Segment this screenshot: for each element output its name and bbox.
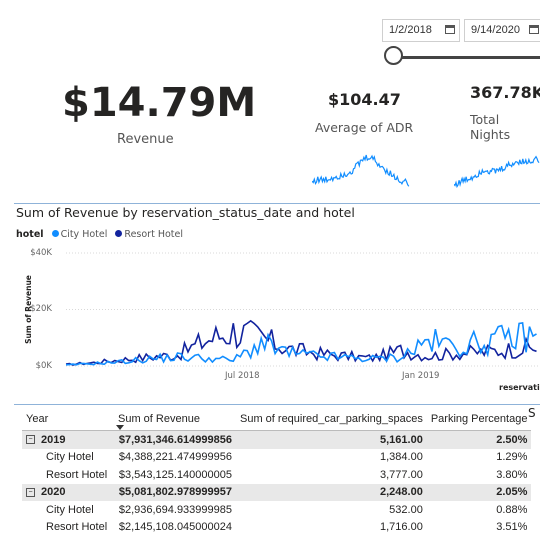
- cell-pct: 2.05%: [427, 484, 532, 502]
- x-tick-label: Jan 2019: [402, 371, 439, 381]
- cell-revenue: $4,388,221.474999956: [114, 449, 236, 467]
- cell-revenue: $3,543,125.140000005: [114, 466, 236, 484]
- revenue-line-chart[interactable]: [0, 0, 540, 404]
- cell-parking: 3,777.00: [236, 466, 427, 484]
- row-label: City Hotel: [22, 501, 114, 519]
- cell-pct: 1.29%: [427, 449, 532, 467]
- cell-parking: 2,248.00: [236, 484, 427, 502]
- row-label: Resort Hotel: [22, 519, 114, 536]
- table-row: Resort Hotel $2,145,108.045000024 1,716.…: [22, 519, 531, 536]
- row-label: Resort Hotel: [22, 466, 114, 484]
- cell-parking: 1,384.00: [236, 449, 427, 467]
- cell-parking: 1,716.00: [236, 519, 427, 536]
- cell-pct: 3.80%: [427, 466, 532, 484]
- cell-revenue: $2,936,694.933999985: [114, 501, 236, 519]
- table-row: −2019 $7,931,346.614999856 5,161.00 2.50…: [22, 431, 531, 449]
- column-header-year[interactable]: Year: [22, 408, 114, 431]
- cell-revenue: $5,081,802.978999957: [114, 484, 236, 502]
- collapse-icon[interactable]: −: [26, 488, 35, 497]
- table-row: City Hotel $2,936,694.933999985 532.00 0…: [22, 501, 531, 519]
- cell-pct: 2.50%: [427, 431, 532, 449]
- table-row: City Hotel $4,388,221.474999956 1,384.00…: [22, 449, 531, 467]
- table-top-border: [14, 404, 540, 405]
- sort-descending-icon[interactable]: [116, 425, 124, 430]
- cell-pct: 3.51%: [427, 519, 532, 536]
- column-header-parking-spaces[interactable]: Sum of required_car_parking_spaces: [236, 408, 427, 431]
- row-label: 2019: [41, 434, 65, 446]
- row-label: 2020: [41, 486, 65, 498]
- column-header-revenue[interactable]: Sum of Revenue: [114, 408, 236, 431]
- column-header-parking-percentage[interactable]: Parking Percentage: [427, 408, 532, 431]
- x-axis-title: reservation: [499, 383, 540, 392]
- table-row: Resort Hotel $3,543,125.140000005 3,777.…: [22, 466, 531, 484]
- cell-revenue: $2,145,108.045000024: [114, 519, 236, 536]
- x-tick-label: Jul 2018: [225, 371, 260, 381]
- cell-pct: 0.88%: [427, 501, 532, 519]
- table-row: −2020 $5,081,802.978999957 2,248.00 2.05…: [22, 484, 531, 502]
- row-label: City Hotel: [22, 449, 114, 467]
- revenue-matrix-table: Year Sum of Revenue Sum of required_car_…: [22, 408, 531, 536]
- cell-revenue: $7,931,346.614999856: [114, 431, 236, 449]
- cell-parking: 5,161.00: [236, 431, 427, 449]
- collapse-icon[interactable]: −: [26, 435, 35, 444]
- cell-parking: 532.00: [236, 501, 427, 519]
